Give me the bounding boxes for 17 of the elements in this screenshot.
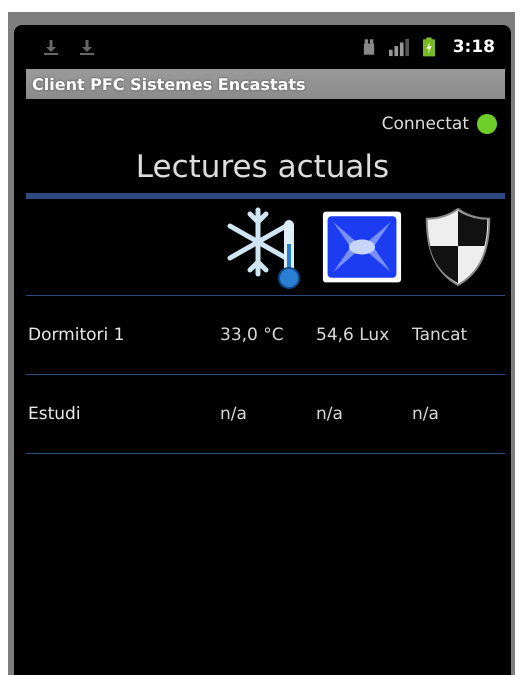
reading-value: n/a [219, 404, 248, 424]
signal-icon [388, 37, 409, 57]
reading-value: Tancat [411, 325, 468, 345]
reading-value: n/a [411, 404, 440, 424]
download-icon [80, 39, 94, 55]
room-name: Estudi [27, 404, 82, 424]
reading-value: 33,0 °C [219, 325, 285, 345]
reading-value: 54,6 Lux [315, 325, 390, 345]
sd-card-icon [362, 37, 375, 57]
heading: Lectures actuals [134, 148, 390, 187]
room-name: Dormitori 1 [27, 325, 126, 345]
app-title-bar: Client PFC Sistemes Encastats [26, 69, 505, 99]
clock-time: 3:18 [452, 37, 495, 57]
connection-status: Connectat [382, 114, 469, 134]
download-icon [44, 39, 58, 55]
battery-icon [422, 37, 435, 57]
reading-value: n/a [315, 404, 344, 424]
